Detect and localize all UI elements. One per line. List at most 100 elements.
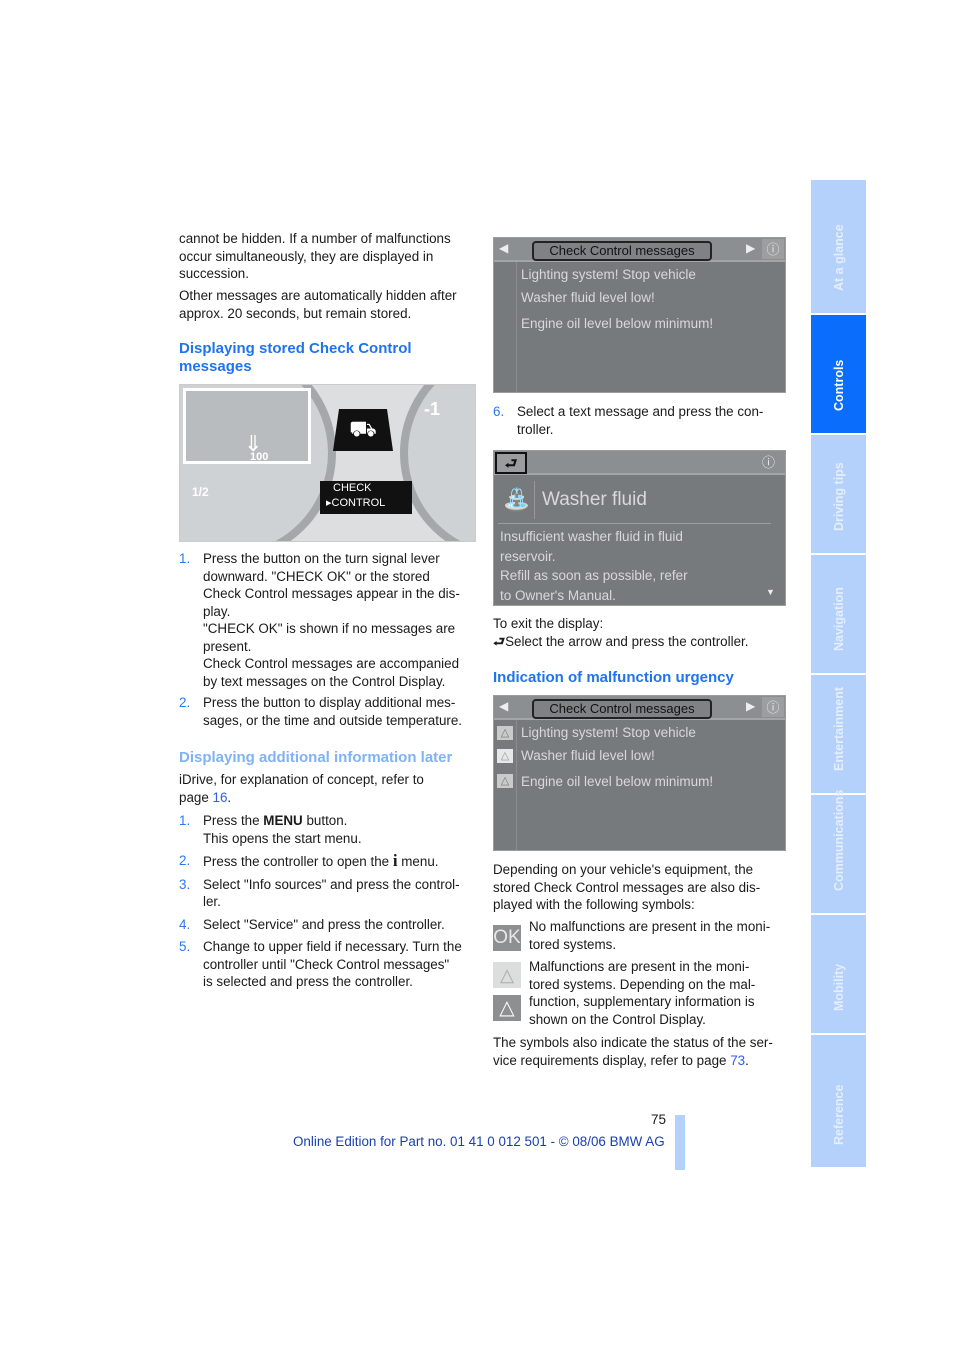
warning-triangle-dark-icon: △ [493,995,521,1021]
text-line: Check Control messages appear in the dis… [203,586,460,601]
text-line: by text messages on the Control Display. [203,673,446,689]
screen-title: Washer fluid [542,489,647,510]
text-line: Malfunctions are present in the moni- [529,959,750,974]
tab-entertainment[interactable]: Entertainment [811,675,866,793]
text-line: Change to upper field if necessary. Turn… [203,939,462,954]
list-item: 1. Press the button on the turn signal le… [179,550,462,690]
text-line: present. [203,638,252,654]
text-line: ler. [203,894,221,909]
step-text: Select "Service" and press the controlle… [203,916,462,934]
text-line: "CHECK OK" is shown if no messages are [203,621,456,636]
arrow-right-icon: ▶ [746,241,756,255]
washer-fluid-screen: ⮐ ⓘ ⛲ Washer fluid Insufficient washer f… [493,450,786,606]
page-number: 75 [651,1112,667,1127]
text-line: tored systems. [529,936,617,952]
ok-symbol: OK [493,925,521,951]
tab-at-a-glance[interactable]: At a glance [811,180,866,313]
step-number: 4. [179,916,191,932]
text: vice requirements display, refer to page [493,1052,731,1068]
menu-button-label: MENU [263,813,303,828]
screen-title: Check Control messages [532,241,712,261]
tab-driving-tips[interactable]: Driving tips [811,435,866,553]
heading-stored-messages: Displaying stored Check Control messages [179,340,412,376]
scroll-down-icon[interactable]: ▼ [766,587,775,597]
step-number: 2. [179,853,191,868]
message-item[interactable]: Lighting system! Stop vehicle [521,725,696,740]
text-line: Press the button to display additional m… [203,695,456,710]
tab-reference[interactable]: Reference [811,1035,866,1167]
text-line: Refill as soon as possible, refer [500,568,688,583]
text-line: approx. 20 seconds, but remain stored. [179,305,412,321]
message-item[interactable]: Engine oil level below minimum! [521,316,713,331]
page-marker-bar [675,1115,685,1170]
text-line: is selected and press the controller. [203,974,413,989]
info-icon: ⓘ [762,239,784,259]
text-line: vice requirements display, refer to page… [493,1052,773,1070]
text: page [179,789,213,805]
text-line: messages [179,358,252,375]
text-line: page 16. [179,789,424,807]
manual-page: cannot be hidden. If a number of malfunc… [0,0,954,1351]
tab-label: Reference [831,1084,846,1145]
message-item[interactable]: Lighting system! Stop vehicle [521,267,696,282]
tab-controls[interactable]: Controls [811,315,866,433]
text: menu. [397,854,439,869]
text-line: troller. [517,421,554,437]
heading-urgency: Indication of malfunction urgency [493,669,734,686]
instrument-cluster-image: ⇓ 100 1/2 -1 ⛟ CHECK ▸CONTROL [179,384,476,542]
text-line: This opens the start menu. [203,830,362,846]
step-number: 3. [179,876,191,892]
text-line: Select "Service" and press the controlle… [203,916,445,932]
back-arrow-icon: ⮐ [493,633,506,649]
text-line: No malfunctions are present in the moni- [529,919,771,934]
tab-label: Communications [831,789,846,891]
turn-signal-lever-inset: ⇓ [183,388,311,464]
text-line: cannot be hidden. If a number of malfunc… [179,231,451,246]
display-line-control: ▸CONTROL [326,497,386,509]
text-line: play. [203,603,231,619]
display-line-check: CHECK [333,482,372,494]
text-line: downward. "CHECK OK" or the stored [203,568,430,584]
list-item: 4. Select "Service" and press the control… [179,916,462,934]
urgency-screen: ◀ Check Control messages ▶ ⓘ △ △ △ Light… [493,695,786,851]
message-item[interactable]: Washer fluid level low! [521,290,655,305]
edition-footer: Online Edition for Part no. 01 41 0 012 … [293,1134,665,1149]
text-line: Press the button on the turn signal leve… [203,551,440,566]
step-text: Press the button on the turn signal leve… [203,550,462,690]
text-line: Displaying stored Check Control [179,340,412,357]
tab-navigation[interactable]: Navigation [811,555,866,673]
tab-label: Mobility [831,963,846,1011]
tab-mobility[interactable]: Mobility [811,915,866,1033]
list-item: 1. Press the MENU button. This opens the… [179,812,462,847]
exit-instructions: To exit the display: ⮐Select the arrow a… [493,615,748,650]
warning-triangle-icon: △ [497,726,513,740]
step-number: 1. [179,813,191,828]
check-control-display: CHECK ▸CONTROL [320,481,412,514]
tab-label: At a glance [831,224,846,291]
list-item: 6. Select a text message and press the co… [493,403,954,438]
list-item: 2. Press the controller to open the i me… [179,852,462,871]
steps-list-stored: 1. Press the button on the turn signal le… [179,550,462,729]
gauge-label-half: 1/2 [192,485,209,499]
text-line: Depending on your vehicle's equipment, t… [493,862,754,877]
text-line: sages, or the time and outside temperatu… [203,712,463,728]
message-item[interactable]: Engine oil level below minimum! [521,774,713,789]
screen-header: ◀ Check Control messages ▶ ⓘ [494,238,785,262]
text-line: Select "Info sources" and press the cont… [203,876,460,892]
gauge-label-100: 100 [250,451,269,463]
page-link-16[interactable]: 16 [213,790,228,805]
message-item[interactable]: Washer fluid level low! [521,748,655,763]
text-line: Select a text message and press the con- [517,404,764,419]
tab-communications[interactable]: Communications [811,790,866,913]
text-line: shown on the Control Display. [529,1011,706,1027]
back-arrow-icon[interactable]: ⮐ [495,452,527,474]
arrow-left-icon: ◀ [499,241,509,255]
text: Press the controller to open the [203,854,393,869]
check-control-screen: ◀ Check Control messages ▶ ⓘ Lighting sy… [493,237,786,393]
text: Select the arrow and press the controlle… [505,633,749,649]
page-link-73[interactable]: 73 [730,1053,745,1068]
text-line: Other messages are automatically hidden … [179,288,457,303]
step-text: Change to upper field if necessary. Turn… [203,938,462,991]
washer-fluid-icon: ⛲ [500,481,535,519]
tab-label: Controls [831,359,846,411]
